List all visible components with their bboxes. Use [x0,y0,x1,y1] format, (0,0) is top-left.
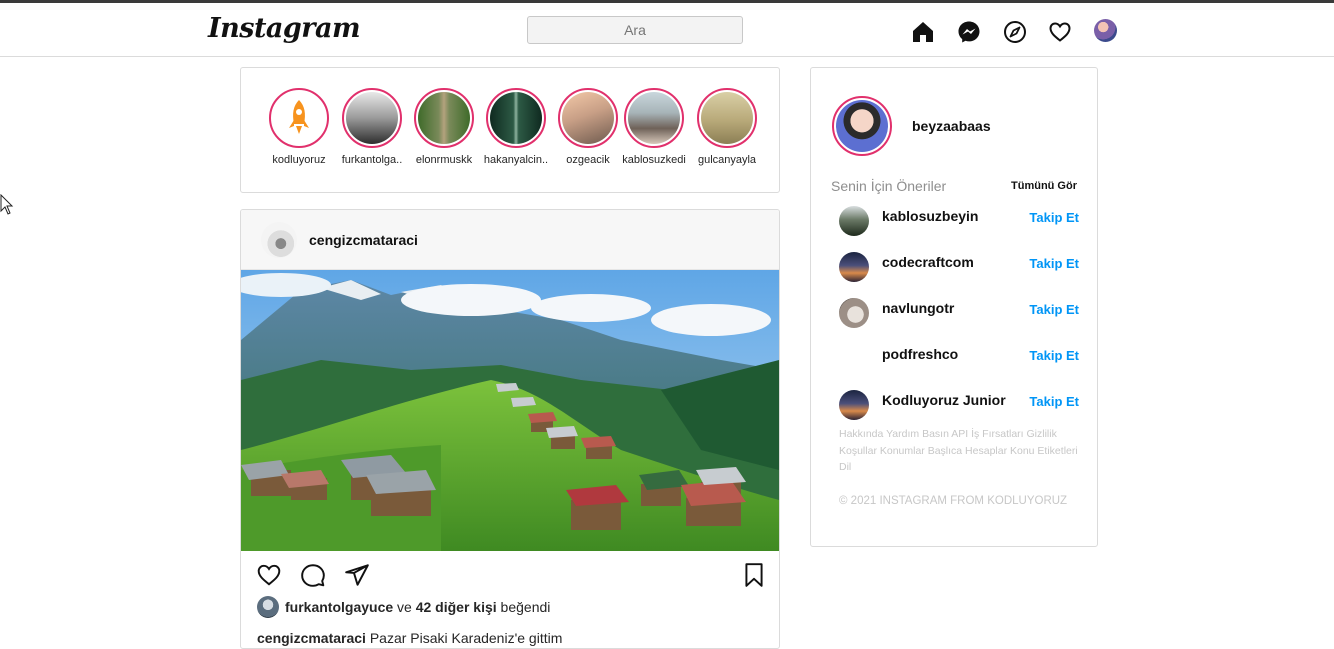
story-username: ozgeacik [566,154,610,166]
explore-compass-icon[interactable] [1003,20,1027,44]
story-item[interactable]: gulcanyayla [694,88,760,166]
comment-icon[interactable] [300,562,326,588]
suggestion-row: podfreshco Takip Et [839,342,1079,374]
follow-button[interactable]: Takip Et [1029,394,1079,409]
post-caption: cengizcmataraci Pazar Pisaki Karadeniz'e… [257,630,562,646]
post-actions-bar [241,560,779,590]
caption-username[interactable]: cengizcmataraci [257,630,366,646]
messenger-icon[interactable] [957,20,981,44]
activity-heart-icon[interactable] [1048,20,1072,44]
story-item[interactable]: ozgeacik [555,88,621,166]
search-input[interactable] [527,16,743,44]
story-username: hakanyalcin.. [483,154,549,166]
suggestion-avatar[interactable] [839,252,869,282]
caption-text: Pazar Pisaki Karadeniz'e gittim [369,630,563,646]
story-item[interactable]: kodluyoruz [266,88,332,166]
story-ring [414,88,474,148]
story-item[interactable]: hakanyalcin.. [483,88,549,166]
top-nav-bar: Instagram [0,3,1334,57]
follow-button[interactable]: Takip Et [1029,256,1079,271]
suggestion-row: navlungotr Takip Et [839,296,1079,328]
suggestions-title: Senin İçin Öneriler [831,178,947,194]
suggestion-username[interactable]: codecraftcom [882,254,974,270]
story-ring [269,88,329,148]
profile-avatar[interactable] [1094,19,1117,42]
follow-button[interactable]: Takip Et [1029,348,1079,363]
rocket-icon [273,92,325,144]
story-username: kablosuzkedi [622,154,686,166]
post-photo[interactable] [241,270,779,551]
instagram-logo[interactable]: Instagram [208,13,361,44]
story-ring [697,88,757,148]
post-author-avatar[interactable] [261,222,297,258]
suggestion-username[interactable]: Kodluyoruz Junior [882,392,1006,408]
post-header: cengizcmataraci [241,210,779,270]
suggestion-username[interactable]: podfreshco [882,346,958,362]
story-item[interactable]: kablosuzkedi [621,88,687,166]
story-avatar [701,92,753,144]
story-username: elonrmuskk [415,154,473,166]
suggestion-username[interactable]: navlungotr [882,300,954,316]
suggestion-row: kablosuzbeyin Takip Et [839,204,1079,236]
suggestion-avatar[interactable] [839,206,869,236]
see-all-link[interactable]: Tümünü Gör [1011,180,1077,192]
share-send-icon[interactable] [344,562,370,588]
suggestion-username[interactable]: kablosuzbeyin [882,208,978,224]
story-avatar [346,92,398,144]
likes-connector: ve [397,599,412,615]
liker-username[interactable]: furkantolgayuce [285,599,393,615]
follow-button[interactable]: Takip Et [1029,302,1079,317]
mouse-cursor-icon [0,194,14,215]
save-bookmark-icon[interactable] [741,562,767,588]
like-heart-icon[interactable] [256,562,282,588]
story-item[interactable]: elonrmuskk [411,88,477,166]
story-ring [342,88,402,148]
suggestion-avatar[interactable] [839,298,869,328]
feed-post: cengizcmataraci furkantolgayuce ve 42 di… [240,209,780,649]
home-icon[interactable] [911,20,935,44]
suggestion-avatar[interactable] [839,390,869,420]
story-username: gulcanyayla [697,154,757,166]
suggestion-row: codecraftcom Takip Et [839,250,1079,282]
footer-links[interactable]: Hakkında Yardım Basın API İş Fırsatları … [839,426,1079,476]
current-user-avatar[interactable] [832,96,892,156]
liker-avatar[interactable] [257,596,279,618]
follow-button[interactable]: Takip Et [1029,210,1079,225]
story-avatar [628,92,680,144]
current-user-username[interactable]: beyzaabaas [912,118,991,134]
likes-count[interactable]: 42 diğer kişi [416,599,497,615]
likes-suffix: beğendi [500,599,551,615]
story-ring [624,88,684,148]
suggestion-row: Kodluyoruz Junior Takip Et [839,388,1079,420]
right-sidebar: beyzaabaas Senin İçin Öneriler Tümünü Gö… [810,67,1098,547]
story-ring [558,88,618,148]
copyright-text: © 2021 INSTAGRAM FROM KODLUYORUZ [839,495,1068,507]
story-avatar [490,92,542,144]
story-item[interactable]: furkantolga.. [339,88,405,166]
story-ring [486,88,546,148]
post-likes-summary: furkantolgayuce ve 42 diğer kişi beğendi [257,596,550,618]
stories-tray: kodluyoruz furkantolga.. elonrmuskk haka… [240,67,780,193]
post-author-username[interactable]: cengizcmataraci [309,232,418,248]
story-avatar [562,92,614,144]
suggestion-avatar[interactable] [839,344,869,374]
story-avatar [418,92,470,144]
story-username: kodluyoruz [272,154,326,166]
story-username: furkantolga.. [341,154,403,166]
